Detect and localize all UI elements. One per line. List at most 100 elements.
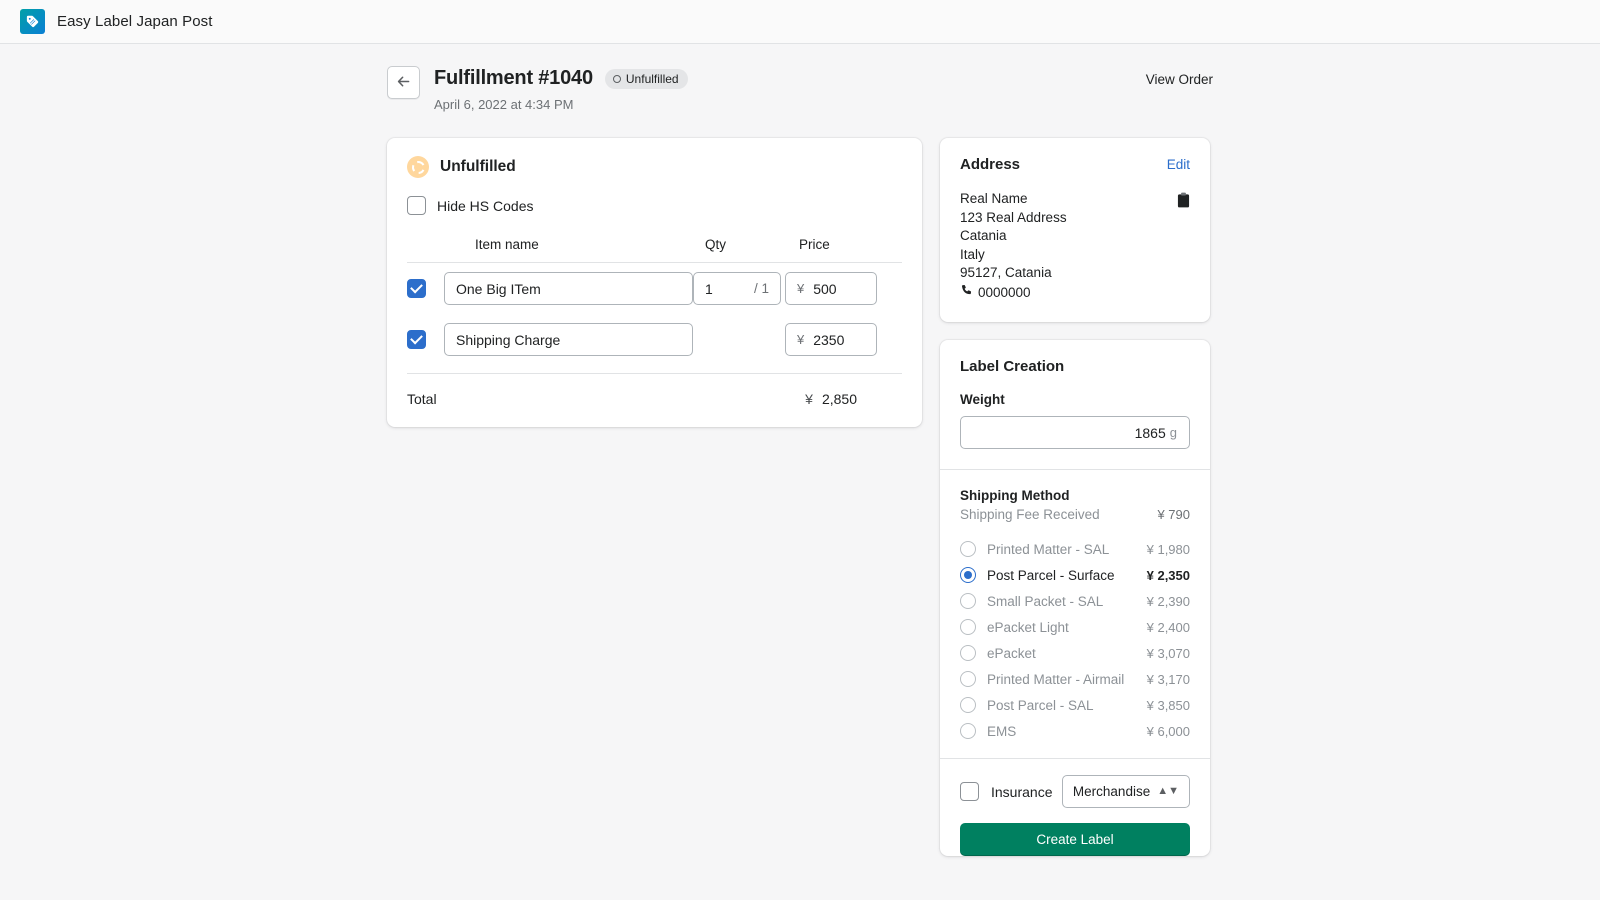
shipping-method-radio[interactable]: [960, 567, 976, 583]
clipboard-icon[interactable]: [1177, 190, 1190, 211]
shipping-method-name: ePacket: [987, 645, 1036, 661]
content-type-value: Merchandise: [1072, 784, 1151, 799]
weight-input[interactable]: 1865 g: [960, 416, 1190, 449]
shipping-fee-row: Shipping Fee Received ¥ 790: [960, 507, 1190, 522]
total-amount: ¥ 2,850: [805, 391, 902, 407]
total-value: 2,850: [821, 391, 857, 407]
weight-unit: g: [1169, 425, 1177, 440]
label-creation-card: Label Creation Weight 1865 g Shipping Me…: [940, 340, 1210, 856]
phone-icon: [960, 284, 973, 303]
create-label-button[interactable]: Create Label: [960, 823, 1190, 856]
item-price-currency: ¥: [797, 332, 805, 347]
item-qty-cell: 1 / 1: [693, 272, 785, 305]
shipping-method-option[interactable]: Post Parcel - SAL ¥ 3,850: [960, 692, 1190, 718]
shipping-method-radio[interactable]: [960, 671, 976, 687]
item-price-input[interactable]: ¥2350: [785, 323, 877, 356]
shipping-method-option[interactable]: ePacket ¥ 3,070: [960, 640, 1190, 666]
page-header: Fulfillment #1040 Unfulfilled April 6, 2…: [387, 66, 1213, 124]
shipping-method-option[interactable]: ePacket Light ¥ 2,400: [960, 614, 1190, 640]
app-title: Easy Label Japan Post: [57, 13, 213, 30]
insurance-row: Insurance Merchandise ▲▼: [940, 759, 1210, 808]
view-order-link[interactable]: View Order: [1146, 72, 1213, 87]
edit-address-link[interactable]: Edit: [1167, 157, 1190, 172]
item-name-input[interactable]: One Big ITem: [444, 272, 693, 305]
hide-hs-codes-checkbox[interactable]: [407, 196, 426, 215]
shipping-method-option[interactable]: Small Packet - SAL ¥ 2,390: [960, 588, 1190, 614]
shipping-method-radio[interactable]: [960, 593, 976, 609]
side-column: Address Edit Real Name 123 Real Address Ca…: [940, 138, 1210, 876]
shipping-method-left: Post Parcel - SAL: [960, 697, 1094, 713]
address-line: Italy: [960, 246, 985, 262]
item-select-cell: [407, 330, 444, 349]
table-row: Shipping Charge ¥2350: [407, 314, 902, 365]
shipping-method-option[interactable]: Printed Matter - Airmail ¥ 3,170: [960, 666, 1190, 692]
weight-label: Weight: [960, 392, 1005, 407]
item-price-input[interactable]: ¥500: [785, 272, 877, 305]
shipping-method-label: Shipping Method: [960, 488, 1070, 503]
shipping-method-name: Printed Matter - SAL: [987, 541, 1110, 557]
insurance-label: Insurance: [991, 783, 1053, 800]
shipping-method-radio[interactable]: [960, 619, 976, 635]
insurance-control[interactable]: Insurance: [960, 782, 1052, 801]
content-type-select[interactable]: Merchandise ▲▼: [1061, 775, 1190, 808]
column-header-qty: Qty: [705, 237, 727, 252]
column-header-price: Price: [799, 237, 830, 252]
shipping-method-left: ePacket Light: [960, 619, 1069, 635]
item-checkbox[interactable]: [407, 279, 426, 298]
content-columns: Unfulfilled Hide HS Codes Item name Qty …: [387, 138, 1213, 876]
shipping-method-price: ¥ 6,000: [1146, 723, 1190, 739]
shipping-method-name: ePacket Light: [987, 619, 1069, 635]
shipping-method-option[interactable]: EMS ¥ 6,000: [960, 718, 1190, 744]
fulfillment-card: Unfulfilled Hide HS Codes Item name Qty …: [387, 138, 922, 427]
weight-section: Label Creation Weight 1865 g: [940, 340, 1210, 469]
column-header-item-name: Item name: [475, 237, 539, 252]
item-price-value: 500: [813, 280, 837, 297]
item-price-cell: ¥500: [785, 272, 880, 305]
shipping-method-radio[interactable]: [960, 697, 976, 713]
item-name-input[interactable]: Shipping Charge: [444, 323, 693, 356]
address-line: Real Name: [960, 191, 1028, 206]
shipping-method-radio[interactable]: [960, 541, 976, 557]
item-checkbox[interactable]: [407, 330, 426, 349]
shipping-method-option[interactable]: Post Parcel - Surface ¥ 2,350: [960, 562, 1190, 588]
shipping-method-left: EMS: [960, 723, 1016, 739]
shipping-method-radio[interactable]: [960, 645, 976, 661]
shipping-method-left: Post Parcel - Surface: [960, 567, 1115, 583]
total-label: Total: [407, 391, 437, 407]
insurance-checkbox[interactable]: [960, 782, 979, 801]
shipping-method-price: ¥ 2,400: [1146, 619, 1190, 635]
main-column: Unfulfilled Hide HS Codes Item name Qty …: [387, 138, 922, 427]
shipping-method-radio[interactable]: [960, 723, 976, 739]
item-select-cell: [407, 279, 444, 298]
item-price-value: 2350: [813, 331, 845, 348]
back-button[interactable]: [387, 66, 420, 99]
address-line: 95127, Catania: [960, 265, 1052, 280]
table-row: One Big ITem 1 / 1 ¥500: [407, 263, 902, 314]
item-name-cell: One Big ITem: [444, 272, 693, 305]
address-title: Address: [960, 156, 1021, 173]
shipping-method-left: Printed Matter - Airmail: [960, 671, 1124, 687]
shipping-method-left: ePacket: [960, 645, 1036, 661]
address-card: Address Edit Real Name 123 Real Address Ca…: [940, 138, 1210, 322]
item-qty-input[interactable]: 1 / 1: [693, 272, 781, 305]
total-currency: ¥: [805, 391, 813, 407]
weight-value: 1865: [1134, 424, 1166, 441]
phone-number: 0000000: [978, 284, 1031, 300]
address-line: Catania: [960, 228, 1007, 243]
shipping-fee-label: Shipping Fee Received: [960, 507, 1100, 522]
item-qty-total: / 1: [753, 281, 769, 296]
address-line: 123 Real Address: [960, 209, 1067, 225]
shipping-method-price: ¥ 3,850: [1146, 697, 1190, 713]
shipping-method-price: ¥ 2,390: [1146, 593, 1190, 609]
shipping-method-price: ¥ 3,170: [1146, 671, 1190, 687]
arrow-left-icon: [395, 73, 412, 93]
status-badge-label: Unfulfilled: [625, 71, 679, 86]
items-table-header: Item name Qty Price: [407, 237, 902, 263]
shipping-method-price: ¥ 3,070: [1146, 645, 1190, 661]
hide-hs-codes-row[interactable]: Hide HS Codes: [407, 196, 902, 237]
app-top-bar: Easy Label Japan Post: [0, 0, 1600, 44]
shipping-method-price: ¥ 2,350: [1146, 567, 1190, 583]
shipping-method-option[interactable]: Printed Matter - SAL ¥ 1,980: [960, 536, 1190, 562]
address-card-header: Address Edit: [960, 156, 1190, 173]
shipping-method-name: Small Packet - SAL: [987, 593, 1104, 609]
